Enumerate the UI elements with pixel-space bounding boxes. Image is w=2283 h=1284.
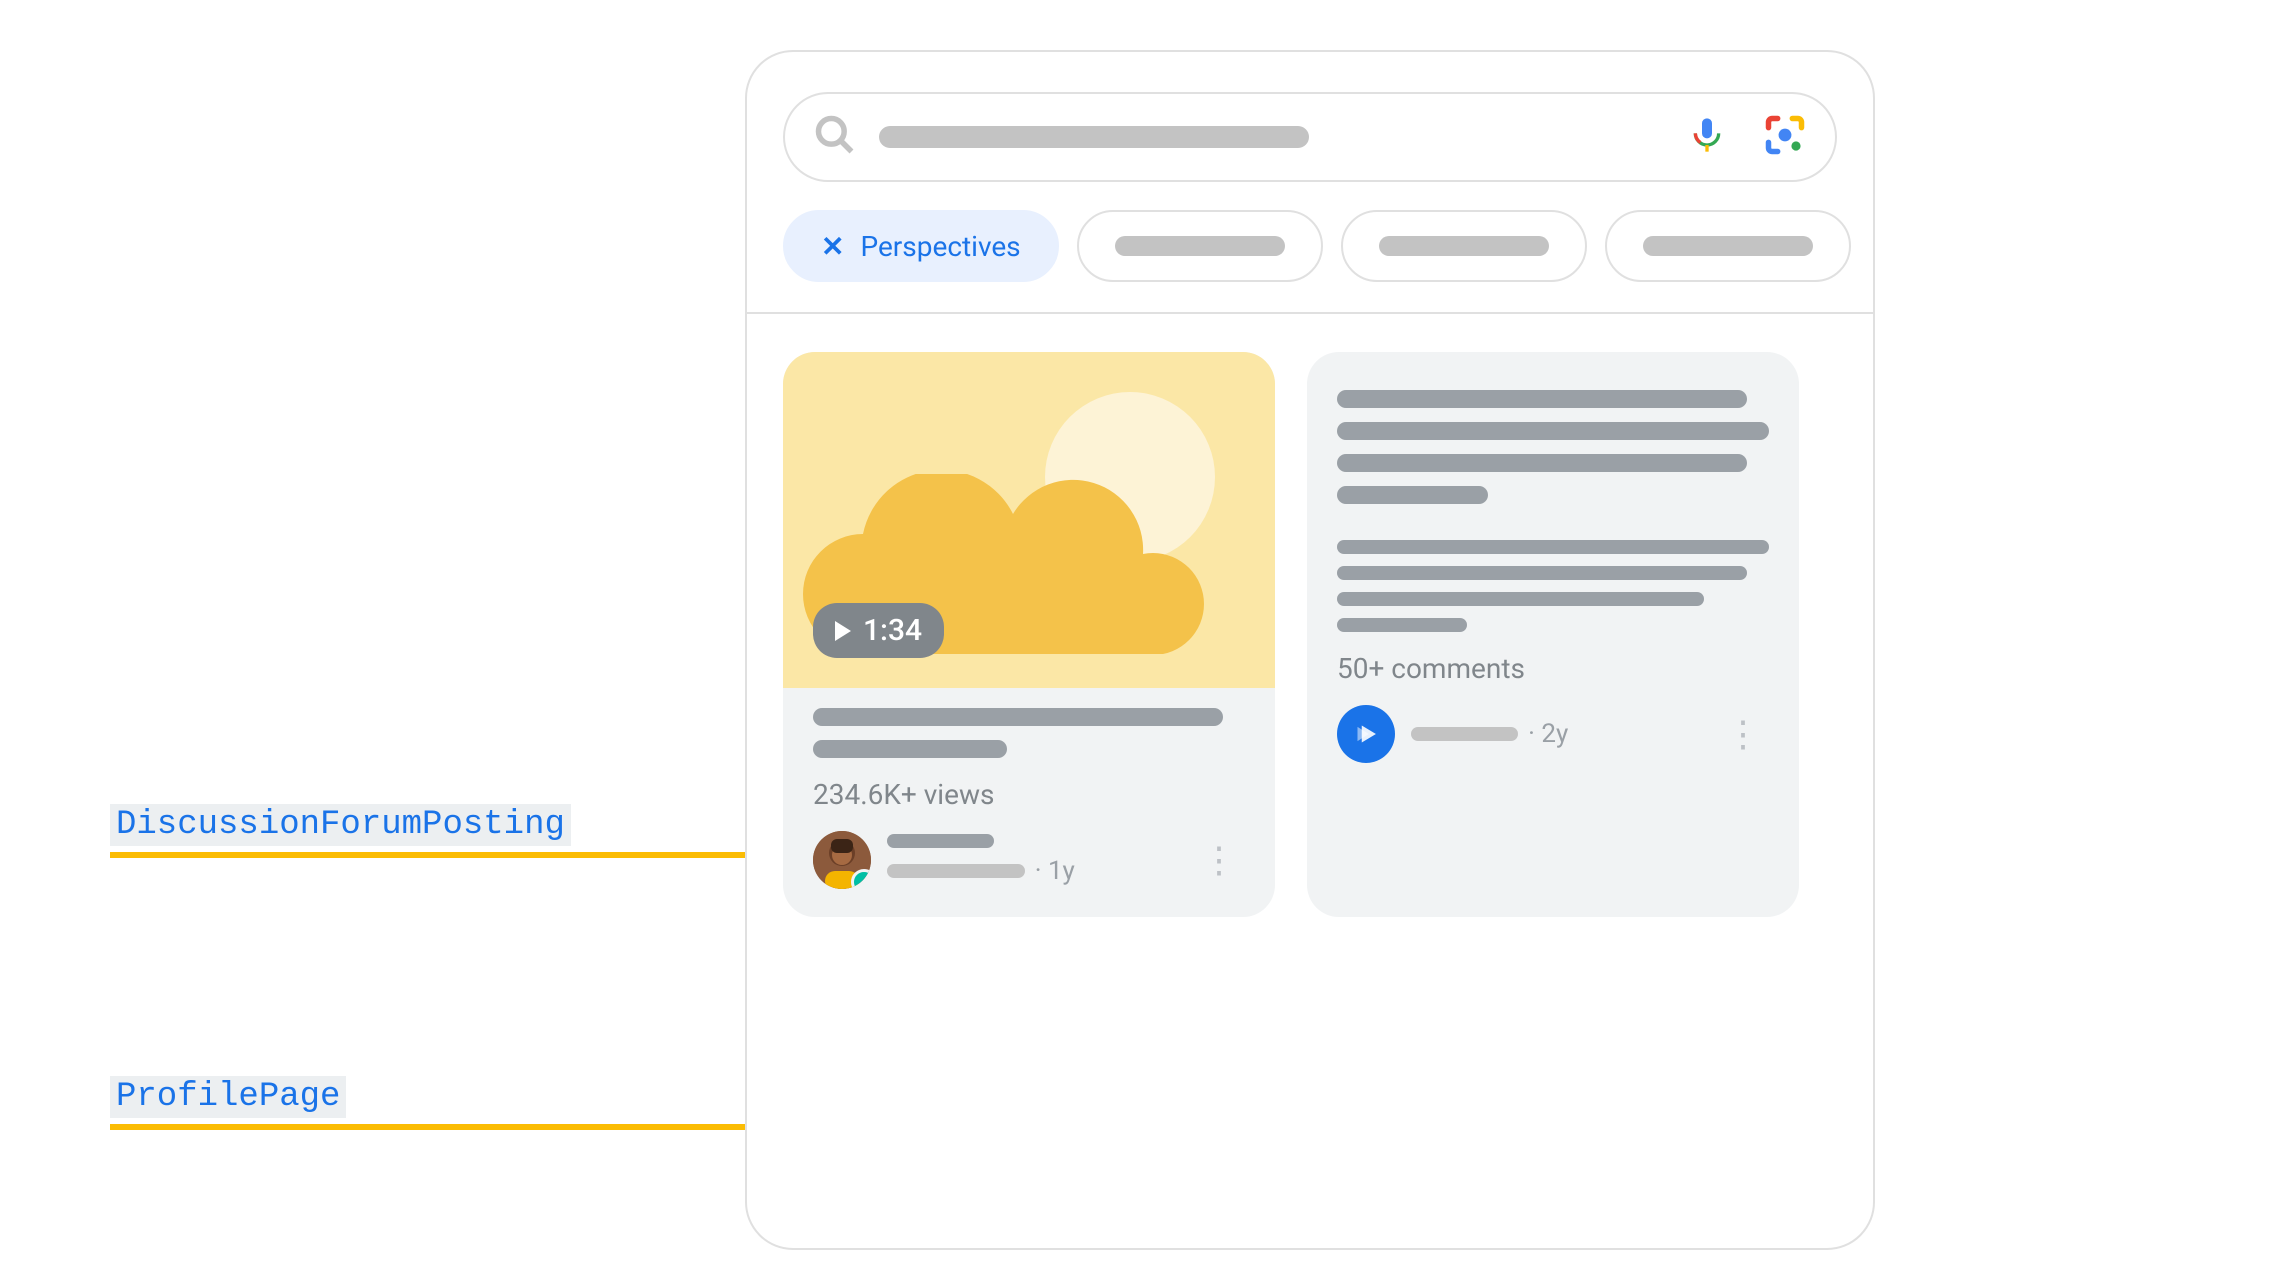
body-placeholder <box>1337 540 1769 554</box>
search-icon <box>813 113 857 161</box>
body-placeholder <box>1337 566 1747 580</box>
card-body: 234.6K+ views · 1y ⋮ <box>783 688 1275 917</box>
more-options-icon[interactable]: ⋮ <box>1717 713 1769 755</box>
source-avatar[interactable] <box>1337 705 1395 763</box>
author-info: · 1y <box>887 834 1193 886</box>
title-placeholder <box>1337 422 1769 440</box>
source-name-placeholder <box>1411 727 1518 741</box>
title-placeholder <box>1337 390 1747 408</box>
result-card-text[interactable]: 50+ comments · 2y ⋮ <box>1307 352 1799 917</box>
video-thumbnail: 1:34 <box>783 352 1275 688</box>
body-placeholder <box>1337 618 1467 632</box>
chip-placeholder[interactable] <box>1605 210 1851 282</box>
results-grid: 1:34 234.6K+ views · 1y <box>747 314 1873 955</box>
placeholder <box>1643 236 1813 256</box>
post-age: · 1y <box>1035 856 1075 886</box>
chip-label: Perspectives <box>860 230 1020 263</box>
title-placeholder <box>1337 454 1747 472</box>
more-options-icon[interactable]: ⋮ <box>1193 839 1245 881</box>
result-card-video[interactable]: 1:34 234.6K+ views · 1y <box>783 352 1275 917</box>
title-placeholder <box>813 708 1223 726</box>
annotation-label: ProfilePage <box>110 1076 346 1118</box>
chip-perspectives[interactable]: ✕ Perspectives <box>783 210 1059 282</box>
comments-count: 50+ comments <box>1337 652 1769 685</box>
search-results-mock: ✕ Perspectives 1:34 <box>745 50 1875 1250</box>
video-duration-badge: 1:34 <box>813 603 944 658</box>
author-avatar[interactable] <box>813 831 871 889</box>
title-placeholder <box>1337 486 1488 504</box>
author-row: · 2y ⋮ <box>1337 705 1769 763</box>
voice-search-icon[interactable] <box>1687 115 1727 159</box>
placeholder <box>1379 236 1549 256</box>
placeholder <box>1115 236 1285 256</box>
search-bar[interactable] <box>783 92 1837 182</box>
author-row: · 1y ⋮ <box>813 831 1245 889</box>
filter-chips-row: ✕ Perspectives <box>747 210 1873 312</box>
author-name-placeholder <box>887 834 994 848</box>
verified-badge-icon <box>851 869 871 889</box>
search-query-placeholder <box>879 126 1309 148</box>
close-icon[interactable]: ✕ <box>821 230 844 263</box>
annotation-label: DiscussionForumPosting <box>110 804 571 846</box>
play-icon <box>835 621 851 641</box>
card-body: 50+ comments · 2y ⋮ <box>1307 352 1799 791</box>
chip-placeholder[interactable] <box>1341 210 1587 282</box>
body-placeholder <box>1337 592 1704 606</box>
views-count: 234.6K+ views <box>813 778 1245 811</box>
post-age: · 2y <box>1528 719 1568 749</box>
author-handle-placeholder <box>887 864 1025 878</box>
title-placeholder <box>813 740 1007 758</box>
duration-text: 1:34 <box>863 613 922 648</box>
lens-search-icon[interactable] <box>1763 113 1807 161</box>
chip-placeholder[interactable] <box>1077 210 1323 282</box>
author-info: · 2y <box>1411 719 1717 749</box>
